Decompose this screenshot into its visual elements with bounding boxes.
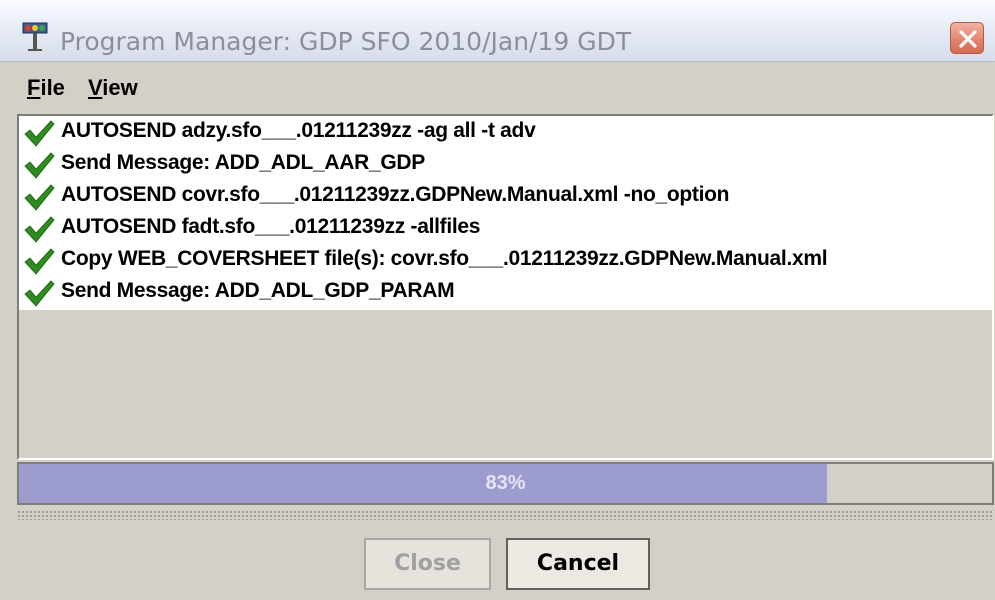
checkmark-icon [24, 152, 55, 179]
checkmark-icon [24, 184, 55, 211]
task-row[interactable]: Send Message: ADD_ADL_AAR_GDP [19, 148, 992, 180]
task-label: AUTOSEND adzy.sfo___.01211239zz -ag all … [61, 119, 536, 142]
task-row[interactable]: Send Message: ADD_ADL_GDP_PARAM [19, 276, 992, 308]
menu-mnemonic: V [88, 75, 103, 100]
task-list-panel: AUTOSEND adzy.sfo___.01211239zz -ag all … [17, 114, 994, 460]
task-label: AUTOSEND fadt.sfo___.01211239zz -allfile… [61, 215, 481, 238]
task-label: Send Message: ADD_ADL_GDP_PARAM [61, 279, 455, 302]
cancel-button[interactable]: Cancel [506, 538, 650, 590]
checkmark-icon [24, 280, 55, 307]
task-row[interactable]: Copy WEB_COVERSHEET file(s): covr.sfo___… [19, 244, 992, 276]
task-label: Copy WEB_COVERSHEET file(s): covr.sfo___… [61, 247, 828, 270]
task-row[interactable]: AUTOSEND covr.sfo___.01211239zz.GDPNew.M… [19, 180, 992, 212]
program-manager-window: Program Manager: GDP SFO 2010/Jan/19 GDT… [0, 0, 995, 600]
task-label: AUTOSEND covr.sfo___.01211239zz.GDPNew.M… [61, 183, 730, 206]
task-list: AUTOSEND adzy.sfo___.01211239zz -ag all … [19, 116, 992, 310]
task-label: Send Message: ADD_ADL_AAR_GDP [61, 151, 425, 174]
traffic-light-icon [22, 22, 48, 51]
menu-file[interactable]: File [27, 75, 65, 101]
divider [17, 510, 994, 520]
checkmark-icon [24, 120, 55, 147]
close-button[interactable]: Close [364, 538, 491, 590]
checkmark-icon [24, 248, 55, 275]
task-row[interactable]: AUTOSEND fadt.sfo___.01211239zz -allfile… [19, 212, 992, 244]
menu-bar: File View [0, 66, 995, 106]
checkmark-icon [24, 216, 55, 243]
progress-bar: 83% [17, 462, 994, 505]
task-row[interactable]: AUTOSEND adzy.sfo___.01211239zz -ag all … [19, 116, 992, 148]
menu-view[interactable]: View [88, 75, 138, 101]
close-window-button[interactable] [950, 22, 984, 54]
menu-mnemonic: F [27, 75, 41, 100]
progress-percent: 83% [485, 472, 526, 494]
title-bar[interactable]: Program Manager: GDP SFO 2010/Jan/19 GDT [0, 0, 995, 62]
window-title: Program Manager: GDP SFO 2010/Jan/19 GDT [60, 27, 632, 56]
close-x-icon [959, 30, 977, 48]
